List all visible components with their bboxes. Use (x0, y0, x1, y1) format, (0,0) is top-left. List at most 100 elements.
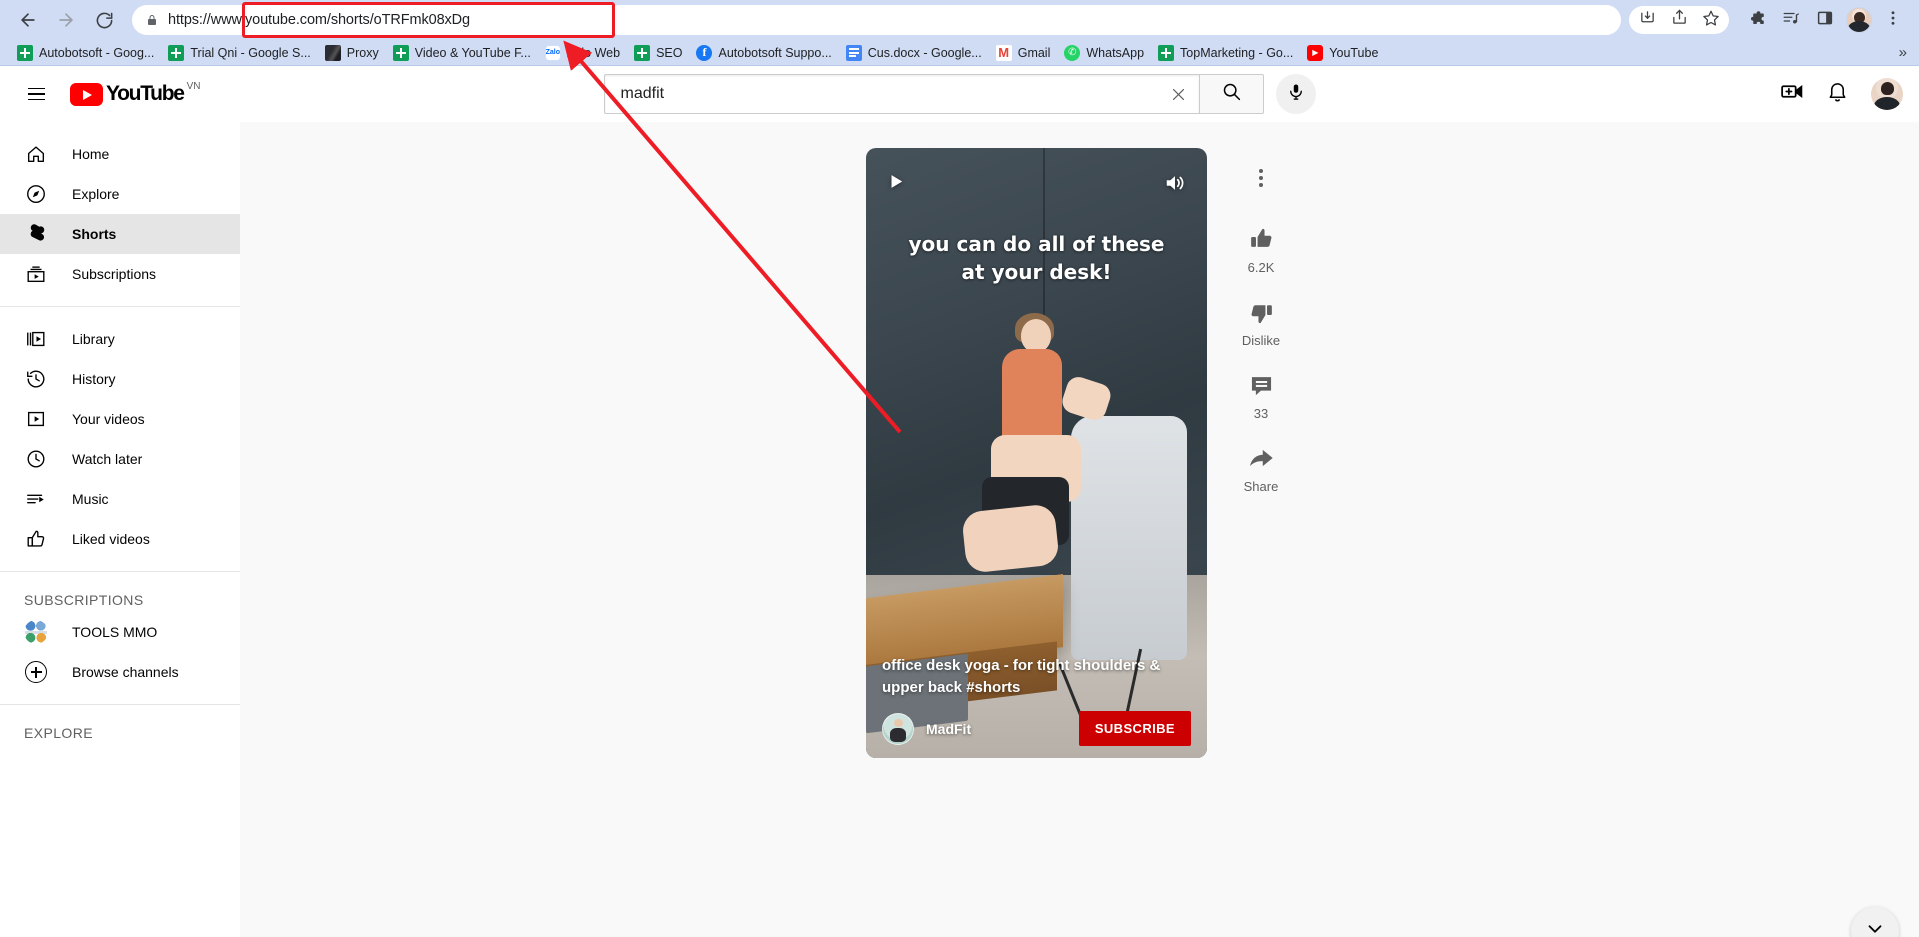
sidebar-item-your-videos[interactable]: Your videos (0, 399, 240, 439)
history-icon (24, 367, 48, 391)
volume-button[interactable] (1163, 172, 1187, 199)
sidebar-item-shorts[interactable]: Shorts (0, 214, 240, 254)
search-input[interactable]: madfit (603, 74, 1199, 114)
install-button[interactable] (1631, 4, 1663, 36)
sidebar-group-explore: Explore (0, 704, 240, 757)
dislike-button[interactable]: Dislike (1229, 297, 1293, 348)
back-button[interactable] (10, 3, 46, 37)
sidebar-item-label: Explore (72, 186, 120, 202)
profile-button[interactable] (1843, 4, 1875, 36)
bookmark-item[interactable]: f Autobotsoft Suppo... (689, 43, 838, 63)
video-title: office desk yoga - for tight shoulders &… (882, 657, 1161, 696)
reload-button[interactable] (86, 3, 122, 37)
bookmark-item[interactable]: Cus.docx - Google... (839, 43, 989, 63)
country-code-label: VN (186, 81, 201, 92)
bookmark-item[interactable]: Autobotsoft - Goog... (10, 43, 161, 63)
scroll-next-button[interactable] (1851, 907, 1899, 937)
gmail-icon (995, 44, 1012, 61)
microphone-icon (1287, 83, 1305, 106)
channel-avatar-icon (24, 620, 48, 644)
thumbs-down-icon (1248, 297, 1275, 327)
sidebar-group-primary: Home Explore Shorts Subscriptions (0, 122, 240, 306)
sidebar-item-browse-channels[interactable]: Browse channels (0, 652, 240, 692)
library-icon (24, 327, 48, 351)
create-button[interactable] (1779, 79, 1804, 109)
bookmark-item[interactable]: Trial Qni - Google S... (161, 43, 317, 63)
youtube-body: Home Explore Shorts Subscriptions Librar… (0, 122, 1919, 937)
home-icon (24, 142, 48, 166)
guide-toggle-button[interactable] (16, 74, 56, 114)
sidebar-item-home[interactable]: Home (0, 134, 240, 174)
sidebar: Home Explore Shorts Subscriptions Librar… (0, 122, 240, 937)
share-arrow-icon (1247, 443, 1275, 473)
shorts-main: you can do all of these at your desk! of… (240, 122, 1919, 937)
caption-line-1: you can do all of these (908, 232, 1165, 256)
share-icon (1671, 9, 1688, 31)
chrome-menu-button[interactable] (1877, 4, 1909, 36)
shorts-player-row: you can do all of these at your desk! of… (866, 148, 1293, 937)
sidebar-group-library: Library History Your videos Watch later … (0, 306, 240, 571)
shorts-video-player[interactable]: you can do all of these at your desk! of… (866, 148, 1207, 758)
sheets-icon (17, 44, 33, 61)
bookmarks-bar: Autobotsoft - Goog... Trial Qni - Google… (0, 40, 1919, 66)
bookmarks-overflow-button[interactable]: » (1895, 44, 1911, 61)
bookmark-item[interactable]: Zalo Zalo Web (538, 43, 627, 63)
bookmark-label: Gmail (1017, 45, 1051, 60)
bookmark-label: Trial Qni - Google S... (190, 45, 311, 60)
side-panel-button[interactable] (1809, 4, 1841, 36)
channel-avatar[interactable] (882, 712, 914, 745)
sidebar-item-library[interactable]: Library (0, 319, 240, 359)
search-button[interactable] (1198, 74, 1264, 114)
account-button[interactable] (1871, 78, 1903, 110)
notifications-button[interactable] (1826, 80, 1849, 108)
menu-icon-bar (27, 93, 45, 95)
voice-search-button[interactable] (1275, 74, 1316, 114)
youtube-wordmark: YouTube (106, 82, 185, 105)
subscriptions-icon (24, 262, 48, 286)
play-button[interactable] (888, 172, 905, 196)
search-icon (1221, 81, 1242, 107)
profile-avatar (1846, 7, 1872, 33)
bookmark-item[interactable]: Video & YouTube F... (386, 43, 538, 63)
clear-search-button[interactable] (1159, 75, 1199, 113)
extensions-button[interactable] (1741, 4, 1773, 36)
share-button[interactable] (1663, 4, 1695, 36)
sidebar-item-watch-later[interactable]: Watch later (0, 439, 240, 479)
sidebar-item-label: Watch later (72, 451, 143, 467)
sidebar-item-subscriptions[interactable]: Subscriptions (0, 254, 240, 294)
sidebar-item-label: Subscriptions (72, 266, 157, 282)
back-arrow-icon (18, 10, 38, 30)
comments-button[interactable]: 33 (1229, 370, 1293, 421)
bookmark-item[interactable]: ✆ WhatsApp (1057, 43, 1151, 63)
sidebar-item-music[interactable]: Music (0, 479, 240, 519)
share-button[interactable]: Share (1229, 443, 1293, 494)
bookmark-item[interactable]: TopMarketing - Go... (1151, 43, 1300, 63)
channel-name[interactable]: MadFit (926, 721, 971, 737)
address-bar[interactable]: https://www.youtube.com/shorts/oTRFmk08x… (132, 5, 1621, 35)
bookmark-label: Zalo Web (566, 45, 621, 60)
forward-button[interactable] (48, 3, 84, 37)
sidebar-item-history[interactable]: History (0, 359, 240, 399)
subscribe-button[interactable]: SUBSCRIBE (1078, 711, 1191, 746)
bookmark-button[interactable] (1695, 4, 1727, 36)
bookmark-item[interactable]: Gmail (989, 43, 1058, 63)
bookmark-item[interactable]: ▶ YouTube (1300, 43, 1385, 63)
reading-list-button[interactable] (1775, 4, 1807, 36)
bookmark-label: Video & YouTube F... (414, 45, 531, 60)
sidebar-item-liked-videos[interactable]: Liked videos (0, 519, 240, 559)
bookmark-item[interactable]: SEO (627, 43, 689, 63)
more-options-button[interactable] (1229, 154, 1293, 202)
play-icon (888, 175, 905, 195)
sidebar-item-label: History (72, 371, 116, 387)
sidebar-item-label: Browse channels (72, 664, 179, 680)
header-right (1673, 78, 1903, 110)
like-button[interactable]: 6.2K (1229, 224, 1293, 275)
your-videos-icon (24, 407, 48, 431)
sidebar-item-explore[interactable]: Explore (0, 174, 240, 214)
youtube-logo[interactable]: YouTube VN (70, 81, 201, 106)
sidebar-item-tools-mmo[interactable]: TOOLS MMO (0, 612, 240, 652)
extensions-puzzle-icon (1748, 9, 1766, 32)
video-caption-overlay: you can do all of these at your desk! (866, 230, 1207, 286)
bookmark-item[interactable]: Proxy (318, 43, 386, 63)
sidebar-item-label: Your videos (72, 411, 145, 427)
